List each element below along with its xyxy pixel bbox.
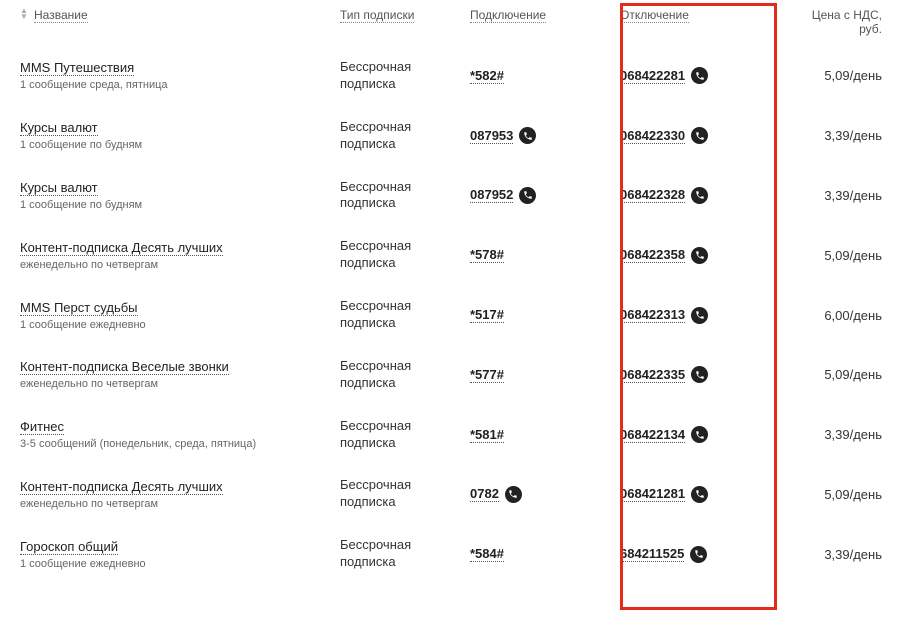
subscription-type: Бессрочнаяподписка: [340, 298, 470, 332]
subscription-type: Бессрочнаяподписка: [340, 119, 470, 153]
phone-icon[interactable]: [691, 247, 708, 264]
table-row: Контент-подписка Веселые звонки еженедель…: [0, 345, 911, 405]
subscription-type: Бессрочнаяподписка: [340, 358, 470, 392]
connect-number[interactable]: *584#: [470, 546, 504, 562]
table-row: Контент-подписка Десять лучших еженедельн…: [0, 464, 911, 524]
table-row: Контент-подписка Десять лучших еженедельн…: [0, 225, 911, 285]
disconnect-number[interactable]: 068422281: [620, 68, 685, 84]
phone-icon[interactable]: [519, 127, 536, 144]
table-row: Курсы валют 1 сообщение по буднямБессрочн…: [0, 166, 911, 226]
subscription-description: 1 сообщение по будням: [20, 199, 340, 211]
connect-number[interactable]: 087952: [470, 187, 513, 203]
subscription-type: Бессрочнаяподписка: [340, 59, 470, 93]
subscriptions-table-container: ▲▼ Название Тип подписки Подключение Отк…: [0, 0, 911, 584]
subscription-type: Бессрочнаяподписка: [340, 477, 470, 511]
table-header-row: ▲▼ Название Тип подписки Подключение Отк…: [0, 0, 911, 46]
subscription-description: еженедельно по четвергам: [20, 498, 340, 510]
subscription-name-link[interactable]: Контент-подписка Веселые звонки: [20, 359, 229, 375]
disconnect-number[interactable]: 068422335: [620, 367, 685, 383]
price-value: 6,00/день: [780, 308, 900, 323]
subscriptions-table: ▲▼ Название Тип подписки Подключение Отк…: [0, 0, 911, 584]
table-row: Курсы валют 1 сообщение по буднямБессрочн…: [0, 106, 911, 166]
connect-number[interactable]: *578#: [470, 247, 504, 263]
phone-icon[interactable]: [691, 187, 708, 204]
header-type[interactable]: Тип подписки: [340, 8, 414, 23]
price-value: 5,09/день: [780, 487, 900, 502]
connect-number[interactable]: 087953: [470, 128, 513, 144]
price-value: 3,39/день: [780, 427, 900, 442]
disconnect-number[interactable]: 068422358: [620, 247, 685, 263]
header-price[interactable]: Цена с НДС, руб.: [812, 8, 882, 36]
price-value: 5,09/день: [780, 248, 900, 263]
price-value: 5,09/день: [780, 367, 900, 382]
disconnect-number[interactable]: 068422313: [620, 307, 685, 323]
subscription-type: Бессрочнаяподписка: [340, 238, 470, 272]
connect-number[interactable]: *517#: [470, 307, 504, 323]
phone-icon[interactable]: [690, 546, 707, 563]
phone-icon[interactable]: [691, 366, 708, 383]
subscription-description: еженедельно по четвергам: [20, 259, 340, 271]
subscription-description: 1 сообщение ежедневно: [20, 319, 340, 331]
table-row: MMS Перст судьбы 1 сообщение ежедневноБес…: [0, 285, 911, 345]
header-name[interactable]: Название: [34, 8, 88, 23]
price-value: 3,39/день: [780, 188, 900, 203]
subscription-type: Бессрочнаяподписка: [340, 179, 470, 213]
table-row: Гороскоп общий 1 сообщение ежедневноБесср…: [0, 524, 911, 584]
disconnect-number[interactable]: 684211525: [620, 546, 684, 562]
subscription-name-link[interactable]: MMS Перст судьбы: [20, 300, 138, 316]
subscription-name-link[interactable]: MMS Путешествия: [20, 60, 134, 76]
price-value: 3,39/день: [780, 128, 900, 143]
sort-arrows-icon[interactable]: ▲▼: [20, 8, 30, 20]
disconnect-number[interactable]: 068422328: [620, 187, 685, 203]
subscription-description: 1 сообщение среда, пятница: [20, 79, 340, 91]
disconnect-number[interactable]: 068422134: [620, 427, 685, 443]
header-disconnect[interactable]: Отключение: [620, 8, 689, 23]
subscription-description: 1 сообщение по будням: [20, 139, 340, 151]
disconnect-number[interactable]: 068421281: [620, 486, 685, 502]
price-value: 3,39/день: [780, 547, 900, 562]
table-row: MMS Путешествия 1 сообщение среда, пятниц…: [0, 46, 911, 106]
subscription-name-link[interactable]: Курсы валют: [20, 120, 98, 136]
phone-icon[interactable]: [691, 426, 708, 443]
subscription-type: Бессрочнаяподписка: [340, 418, 470, 452]
subscription-description: 1 сообщение ежедневно: [20, 558, 340, 570]
phone-icon[interactable]: [691, 486, 708, 503]
price-value: 5,09/день: [780, 68, 900, 83]
connect-number[interactable]: *577#: [470, 367, 504, 383]
subscription-description: 3-5 сообщений (понедельник, среда, пятни…: [20, 438, 340, 450]
disconnect-number[interactable]: 068422330: [620, 128, 685, 144]
header-connect[interactable]: Подключение: [470, 8, 546, 23]
connect-number[interactable]: 0782: [470, 486, 499, 502]
subscription-type: Бессрочнаяподписка: [340, 537, 470, 571]
table-row: Фитнес 3-5 сообщений (понедельник, среда,…: [0, 405, 911, 465]
phone-icon[interactable]: [505, 486, 522, 503]
subscription-name-link[interactable]: Фитнес: [20, 419, 64, 435]
subscription-name-link[interactable]: Гороскоп общий: [20, 539, 118, 555]
subscription-description: еженедельно по четвергам: [20, 378, 340, 390]
connect-number[interactable]: *581#: [470, 427, 504, 443]
phone-icon[interactable]: [519, 187, 536, 204]
subscription-name-link[interactable]: Курсы валют: [20, 180, 98, 196]
connect-number[interactable]: *582#: [470, 68, 504, 84]
subscription-name-link[interactable]: Контент-подписка Десять лучших: [20, 479, 223, 495]
subscription-name-link[interactable]: Контент-подписка Десять лучших: [20, 240, 223, 256]
phone-icon[interactable]: [691, 307, 708, 324]
phone-icon[interactable]: [691, 67, 708, 84]
phone-icon[interactable]: [691, 127, 708, 144]
